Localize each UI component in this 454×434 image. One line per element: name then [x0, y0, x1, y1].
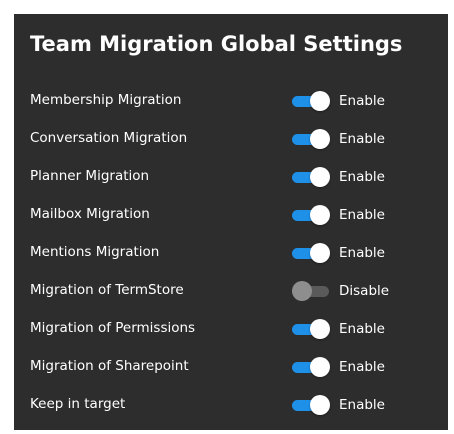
setting-state-text: Enable: [339, 321, 385, 337]
setting-state-text: Disable: [339, 283, 390, 299]
setting-label: Migration of Permissions: [30, 320, 196, 336]
setting-row-migration-of-sharepoint: Migration of Sharepoint Enable: [14, 348, 448, 386]
toggle-thumb: [310, 395, 330, 415]
setting-label: Keep in target: [30, 396, 126, 412]
setting-row-conversation-migration: Conversation Migration Enable: [14, 120, 448, 158]
toggle-migration-of-termstore[interactable]: [292, 281, 330, 301]
setting-state-text: Enable: [339, 93, 385, 109]
setting-row-membership-migration: Membership Migration Enable: [14, 82, 448, 120]
toggle-migration-of-permissions[interactable]: [292, 319, 330, 339]
toggle-mentions-migration[interactable]: [292, 243, 330, 263]
setting-label: Planner Migration: [30, 168, 150, 184]
setting-row-mailbox-migration: Mailbox Migration Enable: [14, 196, 448, 234]
page-title: Team Migration Global Settings: [30, 32, 403, 56]
setting-label: Mentions Migration: [30, 244, 160, 260]
settings-panel: Team Migration Global Settings Membershi…: [14, 14, 448, 430]
toggle-migration-of-sharepoint[interactable]: [292, 357, 330, 377]
toggle-thumb: [310, 91, 330, 111]
setting-label: Migration of TermStore: [30, 282, 184, 298]
setting-state-text: Enable: [339, 245, 385, 261]
setting-row-migration-of-termstore: Migration of TermStore Disable: [14, 272, 448, 310]
setting-label: Mailbox Migration: [30, 206, 150, 222]
toggle-thumb: [310, 129, 330, 149]
setting-row-migration-of-permissions: Migration of Permissions Enable: [14, 310, 448, 348]
toggle-mailbox-migration[interactable]: [292, 205, 330, 225]
toggle-thumb: [292, 281, 312, 301]
setting-row-planner-migration: Planner Migration Enable: [14, 158, 448, 196]
toggle-planner-migration[interactable]: [292, 167, 330, 187]
setting-state-text: Enable: [339, 169, 385, 185]
setting-label: Migration of Sharepoint: [30, 358, 189, 374]
toggle-thumb: [310, 243, 330, 263]
toggle-membership-migration[interactable]: [292, 91, 330, 111]
toggle-thumb: [310, 205, 330, 225]
setting-row-mentions-migration: Mentions Migration Enable: [14, 234, 448, 272]
setting-state-text: Enable: [339, 397, 385, 413]
settings-list: Membership Migration Enable Conversation…: [14, 82, 448, 424]
setting-label: Conversation Migration: [30, 130, 188, 146]
toggle-conversation-migration[interactable]: [292, 129, 330, 149]
toggle-keep-in-target[interactable]: [292, 395, 330, 415]
toggle-thumb: [310, 357, 330, 377]
setting-label: Membership Migration: [30, 92, 182, 108]
setting-state-text: Enable: [339, 207, 385, 223]
toggle-thumb: [310, 167, 330, 187]
setting-row-keep-in-target: Keep in target Enable: [14, 386, 448, 424]
setting-state-text: Enable: [339, 359, 385, 375]
toggle-thumb: [310, 319, 330, 339]
setting-state-text: Enable: [339, 131, 385, 147]
